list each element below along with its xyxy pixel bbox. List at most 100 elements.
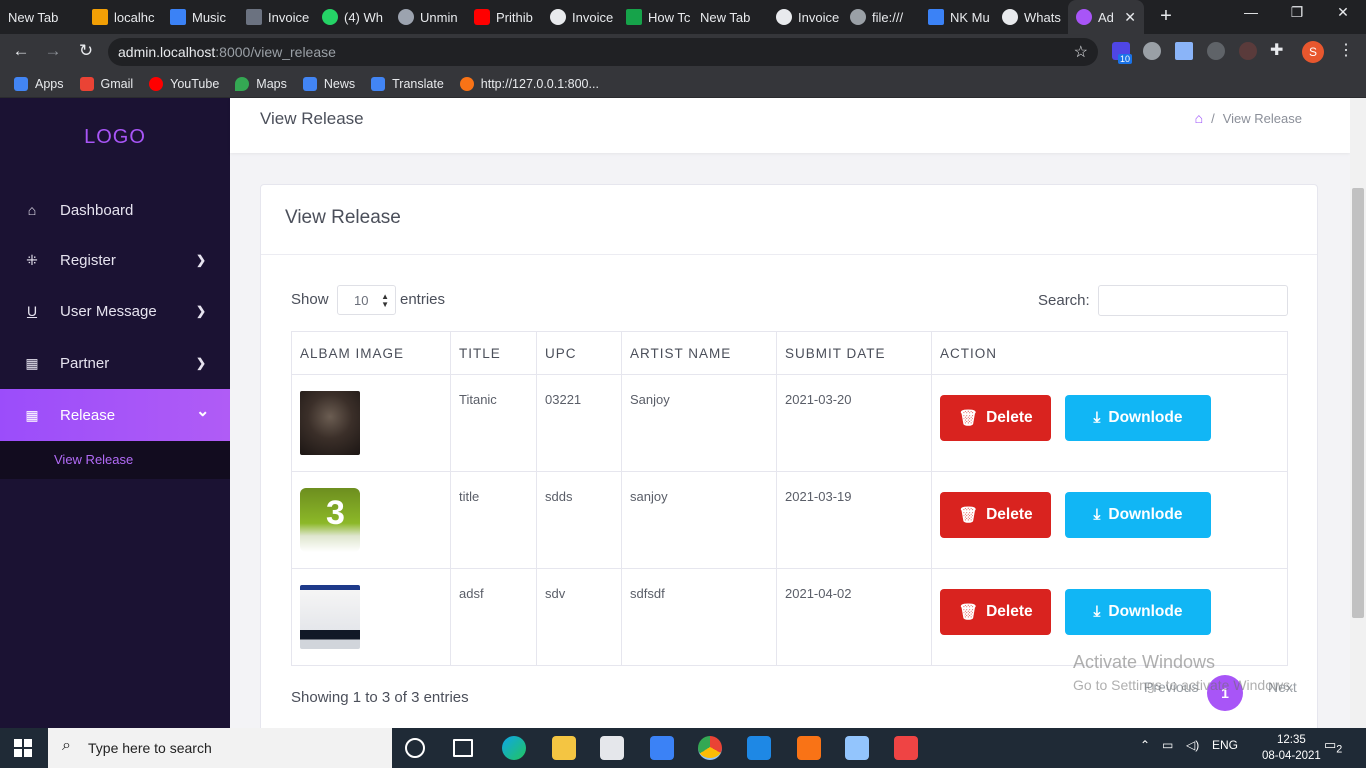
chrome-icon[interactable] [698,736,722,760]
address-bar[interactable]: i admin.localhost:8000/view_release ☆ [108,38,1098,556]
bookmark-gmail[interactable]: Gmail [79,76,133,91]
download-button[interactable]: ⤓ Downlode [1065,395,1211,441]
column-header[interactable]: ALBAM IMAGE [291,331,451,375]
vscode-icon[interactable] [747,736,771,760]
clock-date: 08-04-2021 [1262,750,1321,762]
browser-tab[interactable]: New Tab [692,0,766,34]
browser-tab[interactable]: Invoice [768,0,840,34]
download-extension-icon[interactable] [1175,42,1193,60]
edge-icon[interactable] [502,736,526,760]
browser-tab[interactable]: Whats [994,0,1066,34]
profile-avatar[interactable]: S [1302,41,1324,63]
bookmark-label: Translate [392,76,444,91]
delete-label: Delete [986,409,1033,426]
browser-tab[interactable]: How Tc [618,0,690,34]
browser-tab[interactable]: Invoice [542,0,614,34]
breadcrumb: ⌂ / View Release [1195,110,1302,126]
delete-button[interactable]: 🗑 Delete [940,395,1051,441]
search-input[interactable] [1098,285,1288,316]
extension-icon[interactable] [1207,42,1225,60]
browser-tab[interactable]: (4) Wh [314,0,386,34]
album-image [300,585,360,649]
browser-tab[interactable]: NK Mu [920,0,992,34]
menu-kebab-icon[interactable]: ⋮ [1338,40,1354,60]
delete-button[interactable]: 🗑 Delete [940,589,1051,635]
sidebar-subitem-view-release[interactable]: View Release [54,452,133,467]
file-explorer-icon[interactable] [552,736,576,760]
scrollbar[interactable] [1350,98,1366,728]
bookmark-news[interactable]: News [302,76,355,91]
bookmark-maps[interactable]: Maps [235,76,287,91]
browser-tab-active[interactable]: Ad ✕ [1068,0,1144,34]
browser-tab[interactable]: Prithib [466,0,538,34]
bookmark-apps[interactable]: Apps [14,76,64,91]
column-header[interactable]: TITLE [450,331,537,375]
network-icon[interactable]: ▭ [1162,738,1173,752]
anydesk-icon[interactable] [894,736,918,760]
xampp-icon[interactable] [797,736,821,760]
close-window-button[interactable]: ✕ [1320,4,1366,21]
date-cell: 2021-04-02 [776,568,932,666]
youtube-icon [474,9,490,25]
app-icon[interactable] [845,736,869,760]
table-row: adsf sdv sdfsdf 2021-04-02 🗑 Delete ⤓ Down… [291,568,1288,666]
tab-favicon [170,9,186,25]
bookmark-local[interactable]: http://127.0.0.1:800... [459,76,599,91]
taskbar-search-input[interactable]: ⌕ Type here to search [48,728,392,768]
chevron-right-icon: ❯ [196,253,207,267]
column-header[interactable]: UPC [536,331,622,375]
close-tab-icon[interactable]: ✕ [1124,9,1136,26]
sidebar-item-release[interactable]: ▦ Release ⌄ [0,389,230,441]
extension-icon[interactable] [1143,42,1161,60]
browser-tab[interactable]: file:/// [842,0,918,34]
extension-icon[interactable] [1239,42,1257,60]
tray-expand-icon[interactable]: ⌃ [1140,738,1150,752]
forward-icon[interactable]: → [42,41,64,61]
bookmark-youtube[interactable]: YouTube [149,76,219,91]
bookmark-translate[interactable]: Translate [371,76,444,91]
delete-button[interactable]: 🗑 Delete [940,492,1051,538]
bookmark-label: http://127.0.0.1:800... [480,76,599,91]
store-icon[interactable] [600,736,624,760]
sidebar-item-dashboard[interactable]: ⌂ Dashboard [0,184,230,236]
globe-icon [776,9,792,25]
sidebar-item-label: Dashboard [60,201,134,219]
column-header[interactable]: SUBMIT DATE [776,331,932,375]
scrollbar-thumb[interactable] [1352,188,1364,618]
browser-tab[interactable]: Invoice [238,0,310,34]
language-indicator[interactable]: ENG [1212,738,1238,752]
title-cell: adsf [450,568,537,666]
trash-icon: 🗑 [958,409,979,427]
cortana-icon[interactable] [405,738,425,758]
release-table: ALBAM IMAGE TITLE UPC ARTIST NAME SUBMIT… [291,331,1288,666]
download-icon: ⤓ [1093,506,1101,523]
sidebar-item-register[interactable]: ⁜ Register ❯ [0,234,230,286]
column-header[interactable]: ARTIST NAME [621,331,777,375]
new-tab-button[interactable]: + [1154,5,1178,28]
windows-start-icon[interactable] [14,739,32,757]
puzzle-icon[interactable]: ✚ [1270,40,1288,59]
clock[interactable]: 12:35 08-04-2021 [1262,732,1321,764]
notification-icon[interactable]: ▭2 [1324,737,1346,757]
volume-icon[interactable]: ◁) [1186,738,1199,752]
browser-tab[interactable]: Music [162,0,232,34]
reload-icon[interactable]: ↻ [75,41,97,61]
artist-cell: sanjoy [621,471,777,569]
home-icon: ⌂ [27,202,37,218]
browser-tab[interactable]: New Tab [0,0,78,34]
sidebar-item-user-message[interactable]: U User Message ❯ [0,285,230,337]
bookmark-star-icon[interactable]: ☆ [1074,42,1088,62]
home-icon[interactable]: ⌂ [1195,110,1203,126]
browser-tab[interactable]: localhc [84,0,160,34]
task-view-icon[interactable] [453,739,473,757]
entries-select[interactable]: 10 ▲ ▼ [337,285,396,315]
download-button[interactable]: ⤓ Downlode [1065,492,1211,538]
download-button[interactable]: ⤓ Downlode [1065,589,1211,635]
maximize-button[interactable]: ❐ [1274,4,1320,21]
sidebar-item-partner[interactable]: ▦ Partner ❯ [0,337,230,389]
back-icon[interactable]: ← [10,41,32,61]
minimize-button[interactable]: — [1228,4,1274,20]
mail-icon[interactable] [650,736,674,760]
browser-tab[interactable]: Unmin [390,0,462,34]
search-label: Search: [1038,292,1090,309]
